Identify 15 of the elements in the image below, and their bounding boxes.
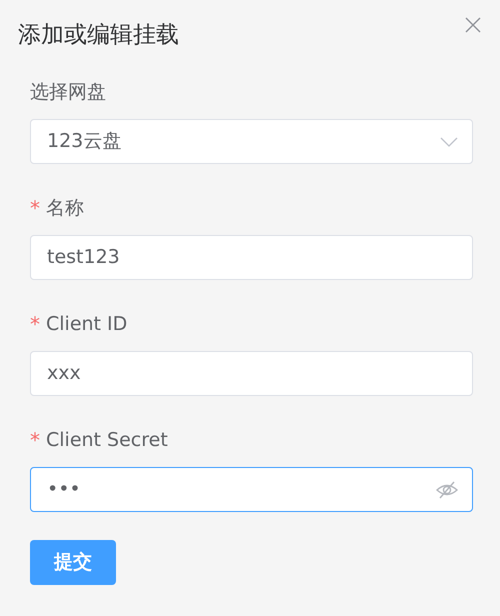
field-label: Client Secret xyxy=(46,428,168,453)
password-field[interactable]: ••• xyxy=(30,467,473,512)
required-mark: * xyxy=(30,427,40,454)
select-field[interactable]: 123云盘 xyxy=(30,119,473,164)
input-field[interactable]: test123 xyxy=(30,235,473,280)
input-field[interactable]: xxx xyxy=(30,351,473,396)
field-label: Client ID xyxy=(46,312,128,337)
eye-slash-icon[interactable] xyxy=(436,480,458,498)
required-mark: * xyxy=(30,311,40,338)
field-label: 选择网盘 xyxy=(30,80,106,105)
required-mark: * xyxy=(30,195,40,222)
chevron-down-icon xyxy=(440,136,458,146)
close-button[interactable] xyxy=(464,16,482,34)
field-label: 名称 xyxy=(46,196,84,221)
dialog-title: 添加或编辑挂载 xyxy=(18,22,179,48)
